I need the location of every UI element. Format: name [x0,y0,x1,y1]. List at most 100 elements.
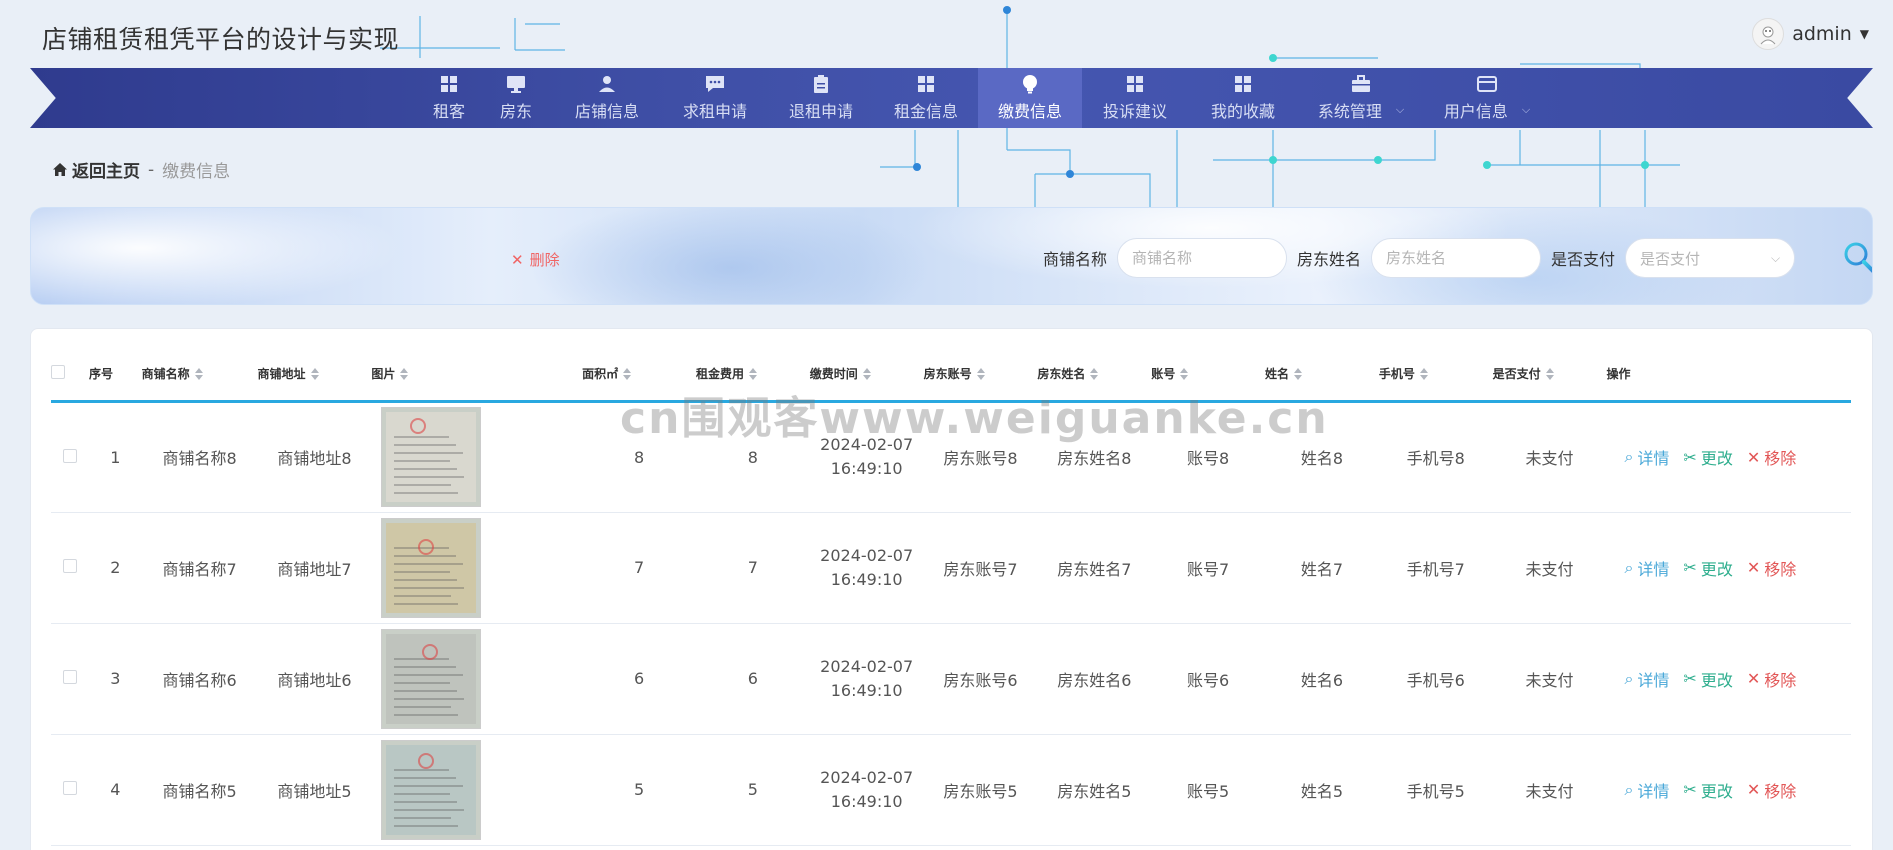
nav-item-rent-request[interactable]: 求租申请 [662,68,768,128]
sort-icon[interactable] [1545,368,1554,381]
edit-button[interactable]: ✂ 更改 [1683,667,1732,691]
remove-icon: ✕ [1746,558,1761,577]
column-header[interactable]: 姓名 [1265,347,1379,403]
cell-index: 3 [88,623,142,735]
sort-icon[interactable] [976,368,985,381]
edit-button[interactable]: ✂ 更改 [1683,445,1732,469]
payment-clock-time: 16:49:10 [830,459,903,478]
receipt-thumbnail[interactable] [381,517,482,618]
column-header[interactable]: 面积㎡ [582,347,696,403]
edit-icon: ✂ [1683,447,1697,467]
breadcrumb-home-label[interactable]: 返回主页 [72,157,140,182]
column-header[interactable]: 图片 [371,347,583,403]
breadcrumb-home[interactable]: 返回主页 [52,157,140,182]
nav-item-favorites[interactable]: 我的收藏 [1188,68,1298,128]
grid-icon [439,74,459,94]
paid-select[interactable]: 是否支付 ⌵ [1625,238,1796,278]
remove-button[interactable]: ✕ 移除 [1747,445,1796,469]
remove-button[interactable]: ✕ 移除 [1747,778,1796,802]
select-all-checkbox[interactable] [51,364,65,379]
sort-icon[interactable] [1294,368,1303,381]
column-header[interactable]: 租金费用 [695,347,810,403]
landlord-name-input[interactable] [1371,238,1542,278]
receipt-thumbnail[interactable] [381,739,482,840]
nav-item-return-request[interactable]: 退租申请 [768,68,874,128]
row-select-cell [51,734,89,846]
sort-icon[interactable] [623,368,632,381]
nav-item-rent-info[interactable]: 租金信息 [874,68,978,128]
nav-item-label: 退租申请 [788,102,853,121]
row-checkbox[interactable] [63,781,77,795]
detail-button[interactable]: ⌕ 详情 [1624,778,1669,802]
receipt-thumbnail[interactable] [381,407,482,507]
column-header[interactable]: 商铺地址 [257,347,372,403]
nav-item-shop-info[interactable]: 店铺信息 [552,68,662,128]
cell-phone: 手机号6 [1378,623,1493,735]
shop-name-input[interactable] [1117,238,1288,278]
partial-row-cell [51,845,1851,850]
nav-item-complaint[interactable]: 投诉建议 [1082,68,1188,128]
landlord-name-label: 房东姓名 [1297,250,1362,269]
row-checkbox[interactable] [63,670,77,684]
column-header-label: 账号 [1151,366,1176,381]
chevron-down-icon[interactable]: ▼ [1860,27,1869,41]
user-menu[interactable]: admin ▼ [1752,18,1869,50]
edit-icon: ✂ [1683,558,1697,577]
column-header[interactable]: 房东账号 [923,347,1038,403]
cell-paid-status: 未支付 [1492,734,1607,846]
nav-item-label: 租金信息 [893,102,958,121]
edit-label: 更改 [1700,449,1733,468]
detail-icon: ⌕ [1624,779,1634,799]
edit-button[interactable]: ✂ 更改 [1683,778,1732,802]
column-header[interactable]: 房东姓名 [1037,347,1152,403]
detail-button[interactable]: ⌕ 详情 [1624,556,1669,580]
edit-label: 更改 [1700,559,1733,579]
detail-button[interactable]: ⌕ 详情 [1624,667,1669,691]
row-checkbox[interactable] [63,559,77,573]
column-header[interactable]: 手机号 [1378,347,1493,403]
remove-label: 移除 [1764,449,1797,468]
nav-item-payment-info[interactable]: 缴费信息 [978,68,1082,128]
cell-phone: 手机号7 [1378,512,1493,624]
breadcrumb-current: 缴费信息 [162,162,231,182]
sort-icon[interactable] [400,368,409,381]
sort-icon[interactable] [194,368,203,381]
nav-item-landlord[interactable]: 房东 [480,68,552,128]
column-header[interactable]: 商铺名称 [141,347,258,403]
column-header[interactable]: 账号 [1151,347,1265,403]
cell-landlord-account: 房东账号6 [923,623,1038,735]
remove-button[interactable]: ✕ 移除 [1747,556,1796,580]
select-all-cell [51,347,89,403]
sort-icon[interactable] [862,368,871,381]
site-title: 店铺租赁租凭平台的设计与实现 [42,25,400,54]
column-header[interactable]: 缴费时间 [809,347,924,403]
sort-icon[interactable] [1419,368,1428,381]
username[interactable]: admin [1792,23,1852,45]
receipt-thumbnail[interactable] [381,628,482,729]
sort-icon[interactable] [748,368,757,381]
column-header[interactable]: 是否支付 [1492,347,1607,403]
cell-account: 账号7 [1151,512,1265,624]
detail-button[interactable]: ⌕ 详情 [1624,445,1669,469]
edit-button[interactable]: ✂ 更改 [1683,556,1732,580]
search-button[interactable] [1843,241,1872,279]
nav-item-system-management[interactable]: 系统管理 ⌵ [1298,68,1424,128]
row-checkbox[interactable] [63,448,77,463]
cell-shop-address: 商铺地址7 [257,512,372,624]
nav-label-row: 我的收藏 [1211,98,1275,122]
sort-icon[interactable] [1090,368,1099,381]
avatar[interactable] [1752,18,1785,50]
table-header-row: 序号 商铺名称 商铺地址 图片 面积㎡ 租金费用 缴费时间 房东账号 房东姓名 账号 姓名 手机号 是否… [51,347,1851,403]
nav-item-user-info[interactable]: 用户信息 ⌵ [1424,68,1550,128]
sort-icon[interactable] [1180,368,1189,381]
remove-button[interactable]: ✕ 移除 [1747,667,1796,691]
nav-item-tenant[interactable]: 租客 [418,68,480,128]
column-header: 序号 [88,347,142,403]
cell-rent: 5 [695,734,810,846]
cell-account: 账号6 [1151,623,1265,735]
sort-icon[interactable] [310,368,319,381]
delete-button[interactable]: ✕ 删除 [511,249,560,270]
cell-actions: ⌕ 详情 ✂ 更改 ✕ 移除 [1606,734,1851,846]
cell-landlord-name: 房东姓名8 [1037,401,1152,513]
column-header-label: 房东账号 [923,366,972,381]
